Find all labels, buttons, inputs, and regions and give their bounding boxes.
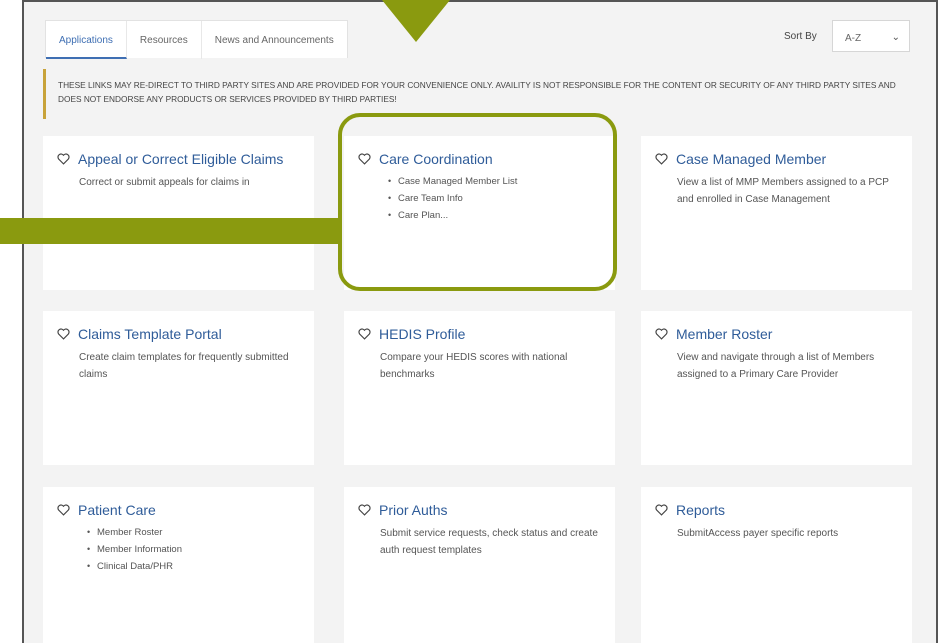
chevron-down-icon: ⌄ [891, 32, 900, 43]
card-appeal-or-correct-eligible-claims[interactable]: Appeal or Correct Eligible Claims Correc… [43, 136, 314, 290]
card-claims-template-portal[interactable]: Claims Template Portal Create claim temp… [43, 311, 314, 465]
card-title[interactable]: Reports [655, 502, 898, 519]
page-frame: Applications Resources News and Announce… [22, 0, 938, 643]
card-title-text: Case Managed Member [676, 151, 827, 167]
card-title[interactable]: HEDIS Profile [358, 326, 601, 343]
list-item[interactable]: Care Plan... [388, 207, 601, 224]
card-title[interactable]: Member Roster [655, 326, 898, 343]
heart-icon[interactable] [655, 504, 668, 516]
card-title-text: Reports [676, 502, 726, 518]
list-item[interactable]: Case Managed Member List [388, 173, 601, 190]
card-title-text: Claims Template Portal [78, 326, 222, 342]
card-description: View a list of MMP Members assigned to a… [677, 177, 889, 205]
card-title[interactable]: Appeal or Correct Eligible Claims [57, 151, 300, 168]
list-item[interactable]: Clinical Data/PHR [87, 558, 300, 575]
sort-value: A-Z [845, 33, 862, 44]
card-title[interactable]: Case Managed Member [655, 151, 898, 168]
heart-icon[interactable] [57, 504, 70, 516]
heart-icon[interactable] [57, 328, 70, 340]
card-reports[interactable]: Reports SubmitAccess payer specific repo… [641, 487, 912, 643]
list-item[interactable]: Member Information [87, 541, 300, 558]
card-description: Submit service requests, check status an… [380, 528, 598, 556]
annotation-pointer-bar [0, 218, 338, 244]
card-link-list: Case Managed Member List Care Team Info … [388, 173, 601, 224]
list-item[interactable]: Care Team Info [388, 190, 601, 207]
card-title-text: Prior Auths [379, 502, 448, 518]
card-title-text: Member Roster [676, 326, 773, 342]
heart-icon[interactable] [358, 153, 371, 165]
card-title[interactable]: Patient Care [57, 502, 300, 519]
heart-icon[interactable] [57, 153, 70, 165]
card-title-text: Care Coordination [379, 151, 493, 167]
list-item[interactable]: Member Roster [87, 524, 300, 541]
tab-applications[interactable]: Applications [46, 21, 127, 59]
sort-label: Sort By [784, 31, 817, 42]
sort-select[interactable]: A-Z ⌄ [832, 20, 910, 52]
heart-icon[interactable] [655, 328, 668, 340]
card-hedis-profile[interactable]: HEDIS Profile Compare your HEDIS scores … [344, 311, 615, 465]
heart-icon[interactable] [358, 504, 371, 516]
tab-resources[interactable]: Resources [127, 21, 202, 59]
card-title[interactable]: Prior Auths [358, 502, 601, 519]
tab-news-and-announcements[interactable]: News and Announcements [202, 21, 347, 59]
arrow-down-icon [382, 0, 450, 42]
card-description: Create claim templates for frequently su… [79, 352, 289, 380]
card-prior-auths[interactable]: Prior Auths Submit service requests, che… [344, 487, 615, 643]
card-member-roster[interactable]: Member Roster View and navigate through … [641, 311, 912, 465]
card-description: Correct or submit appeals for claims in [79, 177, 250, 188]
card-title-text: Appeal or Correct Eligible Claims [78, 151, 284, 167]
third-party-notice: These links may re-direct to third party… [43, 69, 911, 119]
tab-bar: Applications Resources News and Announce… [45, 20, 348, 59]
card-patient-care[interactable]: Patient Care Member Roster Member Inform… [43, 487, 314, 643]
heart-icon[interactable] [655, 153, 668, 165]
card-title-text: Patient Care [78, 502, 156, 518]
card-title[interactable]: Care Coordination [358, 151, 601, 168]
card-case-managed-member[interactable]: Case Managed Member View a list of MMP M… [641, 136, 912, 290]
card-link-list: Member Roster Member Information Clinica… [87, 524, 300, 575]
card-care-coordination[interactable]: Care Coordination Case Managed Member Li… [344, 136, 615, 290]
card-title[interactable]: Claims Template Portal [57, 326, 300, 343]
heart-icon[interactable] [358, 328, 371, 340]
card-description: View and navigate through a list of Memb… [677, 352, 875, 380]
card-title-text: HEDIS Profile [379, 326, 466, 342]
card-description: Compare your HEDIS scores with national … [380, 352, 568, 380]
card-description: SubmitAccess payer specific reports [677, 528, 839, 539]
